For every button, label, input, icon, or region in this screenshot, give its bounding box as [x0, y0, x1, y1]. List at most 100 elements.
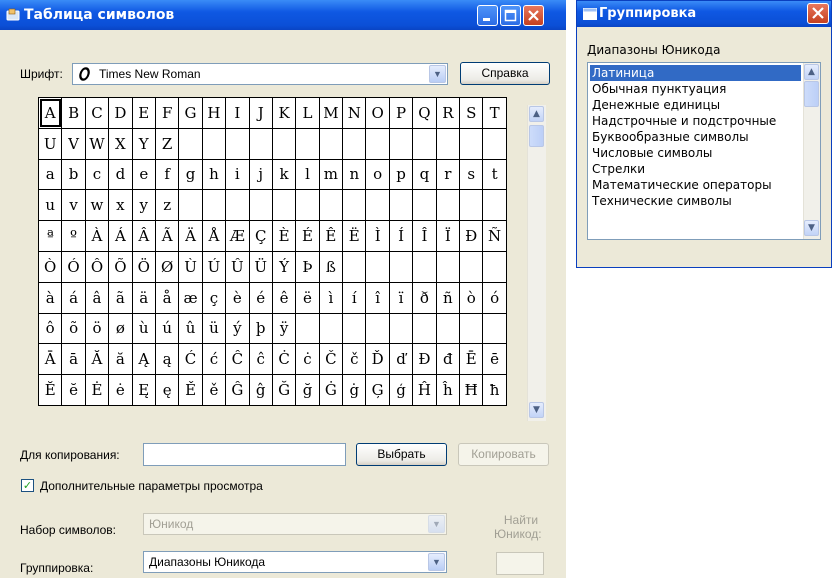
character-cell[interactable]: ğ: [295, 374, 320, 406]
range-list-item[interactable]: Латиница: [590, 65, 801, 81]
character-cell[interactable]: x: [108, 189, 133, 222]
character-cell[interactable]: i: [225, 158, 250, 191]
character-cell[interactable]: s: [459, 158, 484, 191]
copy-input[interactable]: [143, 443, 346, 466]
character-cell[interactable]: ö: [84, 312, 110, 345]
character-cell[interactable]: ÿ: [271, 312, 297, 345]
character-cell[interactable]: D: [108, 97, 133, 129]
character-cell[interactable]: a: [37, 158, 63, 191]
character-cell[interactable]: v: [61, 189, 86, 222]
character-cell[interactable]: đ: [435, 343, 461, 376]
character-cell[interactable]: z: [154, 189, 180, 222]
character-cell[interactable]: Ú: [201, 250, 227, 283]
character-cell[interactable]: u: [37, 189, 63, 222]
character-cell[interactable]: î: [365, 281, 390, 314]
main-title-bar[interactable]: Таблица символов: [0, 0, 566, 30]
character-cell[interactable]: O: [365, 97, 390, 129]
character-cell[interactable]: ß: [318, 250, 344, 283]
character-cell[interactable]: Â: [131, 220, 156, 252]
character-cell[interactable]: ġ: [342, 374, 367, 406]
grouping-title-bar[interactable]: Группировка: [577, 1, 831, 27]
help-button[interactable]: Справка: [460, 62, 550, 85]
character-cell[interactable]: ē: [482, 343, 507, 376]
character-cell[interactable]: È: [271, 220, 297, 252]
character-cell[interactable]: Á: [108, 220, 133, 252]
ranges-scroll-up-button[interactable]: ▲: [804, 64, 819, 80]
character-cell[interactable]: I: [225, 97, 250, 129]
character-cell[interactable]: ħ: [482, 374, 507, 406]
character-cell[interactable]: Ċ: [271, 343, 297, 376]
character-cell[interactable]: á: [61, 281, 86, 314]
character-cell[interactable]: ã: [108, 281, 133, 314]
character-cell[interactable]: À: [84, 220, 110, 252]
character-cell[interactable]: Ó: [61, 250, 86, 283]
range-list-item[interactable]: Стрелки: [590, 161, 801, 177]
character-cell[interactable]: Ě: [178, 374, 203, 406]
character-cell[interactable]: Z: [154, 127, 180, 160]
character-cell[interactable]: P: [388, 97, 414, 129]
grouping-combobox[interactable]: Диапазоны Юникода ▼: [143, 551, 447, 573]
character-cell[interactable]: õ: [61, 312, 86, 345]
character-cell[interactable]: Ĝ: [225, 374, 250, 406]
character-cell[interactable]: Ħ: [459, 374, 484, 406]
character-cell[interactable]: K: [271, 97, 297, 129]
character-cell[interactable]: û: [178, 312, 203, 345]
character-cell[interactable]: R: [435, 97, 461, 129]
range-list-item[interactable]: Технические символы: [590, 193, 801, 209]
character-cell[interactable]: Č: [318, 343, 344, 376]
character-cell[interactable]: ù: [131, 312, 156, 345]
grid-scroll-up-button[interactable]: ▲: [529, 106, 544, 122]
character-cell[interactable]: ë: [295, 281, 320, 314]
character-cell[interactable]: Ã: [154, 220, 180, 252]
character-cell[interactable]: ó: [482, 281, 507, 314]
character-cell[interactable]: ď: [388, 343, 414, 376]
character-cell[interactable]: c: [84, 158, 110, 191]
find-unicode-input[interactable]: [496, 552, 544, 575]
character-cell[interactable]: ă: [108, 343, 133, 376]
character-cell[interactable]: Ğ: [271, 374, 297, 406]
character-cell[interactable]: ĉ: [248, 343, 273, 376]
character-cell[interactable]: Q: [412, 97, 437, 129]
character-cell[interactable]: Đ: [412, 343, 437, 376]
character-cell[interactable]: p: [388, 158, 414, 191]
character-cell[interactable]: Ö: [131, 250, 156, 283]
character-cell[interactable]: Ą: [131, 343, 156, 376]
character-cell[interactable]: č: [342, 343, 367, 376]
character-cell[interactable]: Ä: [178, 220, 203, 252]
character-cell[interactable]: N: [342, 97, 367, 129]
font-combobox[interactable]: Times New Roman ▼: [72, 63, 448, 85]
character-cell[interactable]: Î: [412, 220, 437, 252]
character-cell[interactable]: Å: [201, 220, 227, 252]
character-cell[interactable]: n: [342, 158, 367, 191]
character-cell[interactable]: ĝ: [248, 374, 273, 406]
character-cell[interactable]: S: [459, 97, 484, 129]
character-cell[interactable]: Ģ: [365, 374, 390, 406]
character-cell[interactable]: Ĕ: [37, 374, 63, 406]
character-cell[interactable]: L: [295, 97, 320, 129]
charset-dropdown-button[interactable]: ▼: [428, 515, 445, 533]
character-cell[interactable]: w: [84, 189, 110, 222]
character-cell[interactable]: r: [435, 158, 461, 191]
character-cell[interactable]: æ: [178, 281, 203, 314]
character-cell[interactable]: Ê: [318, 220, 344, 252]
character-cell[interactable]: Ĥ: [412, 374, 437, 406]
minimize-button[interactable]: [477, 5, 498, 26]
character-cell[interactable]: o: [365, 158, 390, 191]
character-cell[interactable]: ģ: [388, 374, 414, 406]
character-cell[interactable]: d: [108, 158, 133, 191]
character-cell[interactable]: ê: [271, 281, 297, 314]
character-cell[interactable]: å: [154, 281, 180, 314]
character-cell[interactable]: Ý: [271, 250, 297, 283]
character-cell[interactable]: k: [271, 158, 297, 191]
character-cell[interactable]: Í: [388, 220, 414, 252]
character-cell[interactable]: q: [412, 158, 437, 191]
advanced-view-checkbox[interactable]: ✓: [21, 479, 34, 492]
character-cell[interactable]: º: [61, 220, 86, 252]
character-cell[interactable]: e: [131, 158, 156, 191]
ranges-scroll-thumb[interactable]: [804, 81, 819, 107]
character-cell[interactable]: ĕ: [61, 374, 86, 406]
character-cell[interactable]: â: [84, 281, 110, 314]
character-cell[interactable]: H: [201, 97, 227, 129]
character-cell[interactable]: Ù: [178, 250, 203, 283]
character-cell[interactable]: þ: [248, 312, 273, 345]
